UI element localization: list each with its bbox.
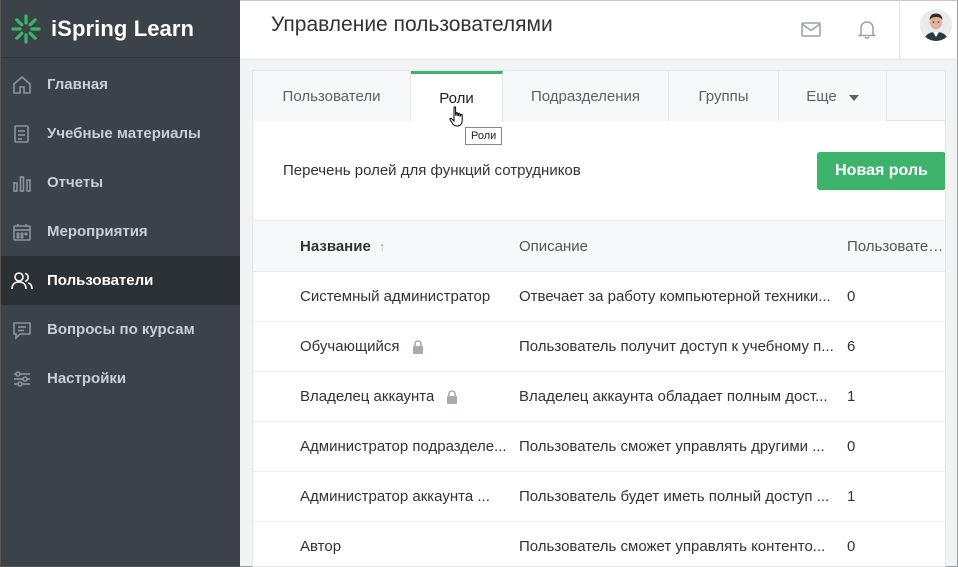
table-row[interactable]: Автор Пользователь сможет управлять конт… [253,522,945,566]
calendar-icon [11,221,33,243]
mail-icon[interactable] [800,18,824,42]
role-users-count: 0 [847,288,856,305]
table-row[interactable]: Администратор подразделе... Пользователь… [253,422,945,472]
tab-bar: Пользователи Роли Подразделения Группы Е… [253,71,945,122]
role-name: Администратор подразделе... [300,438,507,455]
role-users-count: 1 [847,488,856,505]
sidebar-item-label: Пользователи [47,272,154,289]
table-row[interactable]: Администратор аккаунта ... Пользователь … [253,472,945,522]
sidebar-item-label: Вопросы по курсам [47,321,195,338]
table-header: Название ↑ Описание Пользовате… [253,220,945,272]
sidebar-item-users[interactable]: Пользователи [1,256,240,305]
role-name-cell: Администратор подразделе... [253,438,519,455]
role-name: Обучающийся [300,338,400,355]
app-name: iSpring Learn [51,15,195,41]
chevron-down-icon [848,94,859,101]
bell-icon[interactable] [856,18,880,42]
hand-cursor-icon [449,106,467,133]
header-divider [899,1,900,59]
table-row[interactable]: Владелец аккаунта Владелец аккаунта обла… [253,372,945,422]
role-name-cell: Автор [253,538,519,555]
table-row[interactable]: Обучающийся Пользователь получит доступ … [253,322,945,372]
lock-icon [446,389,458,404]
home-icon [11,74,33,96]
role-description: Пользователь сможет управлять другими ..… [519,438,825,455]
column-header-users[interactable]: Пользовате… [847,238,945,255]
role-users-count: 0 [847,538,856,555]
role-users-count: 6 [847,338,856,355]
tab-groups[interactable]: Группы [669,71,779,121]
sidebar-item-label: Учебные материалы [47,125,201,142]
chat-icon [11,319,33,341]
tab-label: Подразделения [530,87,641,105]
tab-departments[interactable]: Подразделения [503,71,669,121]
tab-label: Пользователи [282,87,381,105]
new-role-button[interactable]: Новая роль [817,152,945,190]
sidebar-item-reports[interactable]: Отчеты [1,158,240,207]
main-content: Пользователи Роли Подразделения Группы Е… [240,60,958,567]
roles-table: Название ↑ Описание Пользовате… Системны… [253,220,945,566]
tab-label: Группы [698,87,749,105]
tab-users[interactable]: Пользователи [253,71,411,121]
top-header: Управление пользователями [240,0,958,60]
logo[interactable]: iSpring Learn [1,0,240,58]
role-name-cell: Владелец аккаунта [253,388,519,405]
role-name: Владелец аккаунта [300,388,435,405]
sidebar-item-settings[interactable]: Настройки [1,354,240,403]
sidebar-item-materials[interactable]: Учебные материалы [1,109,240,158]
role-name: Автор [300,538,342,555]
tab-more[interactable]: Еще [779,71,887,121]
sidebar-item-label: Мероприятия [47,223,148,240]
roles-description: Перечень ролей для функций сотрудников [283,162,581,179]
avatar[interactable] [920,9,952,41]
role-name-cell: Администратор аккаунта ... [253,488,519,505]
tab-bar-filler [887,71,945,120]
tab-label: Роли [439,89,474,107]
role-users-count: 1 [847,388,856,405]
sidebar-item-events[interactable]: Мероприятия [1,207,240,256]
column-header-name[interactable]: Название ↑ [253,238,519,255]
ispring-logo-icon [11,13,41,44]
sidebar-item-label: Отчеты [47,174,104,191]
roles-card: Пользователи Роли Подразделения Группы Е… [252,70,946,567]
role-description: Пользователь сможет управлять контенто..… [519,538,826,555]
role-description: Пользователь получит доступ к учебному п… [519,338,834,355]
column-header-description[interactable]: Описание [519,238,847,255]
role-name-cell: Обучающийся [253,338,519,355]
settings-icon [11,368,33,390]
role-name: Системный администратор [300,288,491,305]
role-users-count: 0 [847,438,856,455]
table-row[interactable]: Системный администратор Отвечает за рабо… [253,272,945,322]
sidebar-item-label: Настройки [47,370,127,387]
materials-icon [11,123,33,145]
sidebar: iSpring Learn Главная Учебные материалы … [0,0,240,567]
users-icon [11,270,33,292]
sidebar-item-course-questions[interactable]: Вопросы по курсам [1,305,240,354]
lock-icon [412,339,424,354]
tab-label: Еще [806,87,837,105]
role-description: Владелец аккаунта обладает полным дост..… [519,388,828,405]
sidebar-item-home[interactable]: Главная [1,60,240,109]
role-name-cell: Системный администратор [253,288,519,305]
role-description: Отвечает за работу компьютерной техники.… [519,288,831,305]
role-name: Администратор аккаунта ... [300,488,490,505]
reports-icon [11,172,33,194]
sidebar-nav: Главная Учебные материалы Отчеты Меропри… [1,60,240,403]
page-title: Управление пользователями [271,13,553,36]
sidebar-item-label: Главная [47,76,109,93]
role-description: Пользователь будет иметь полный доступ .… [519,488,830,505]
tab-tooltip: Роли [465,127,503,145]
sort-up-arrow-icon: ↑ [378,238,386,254]
